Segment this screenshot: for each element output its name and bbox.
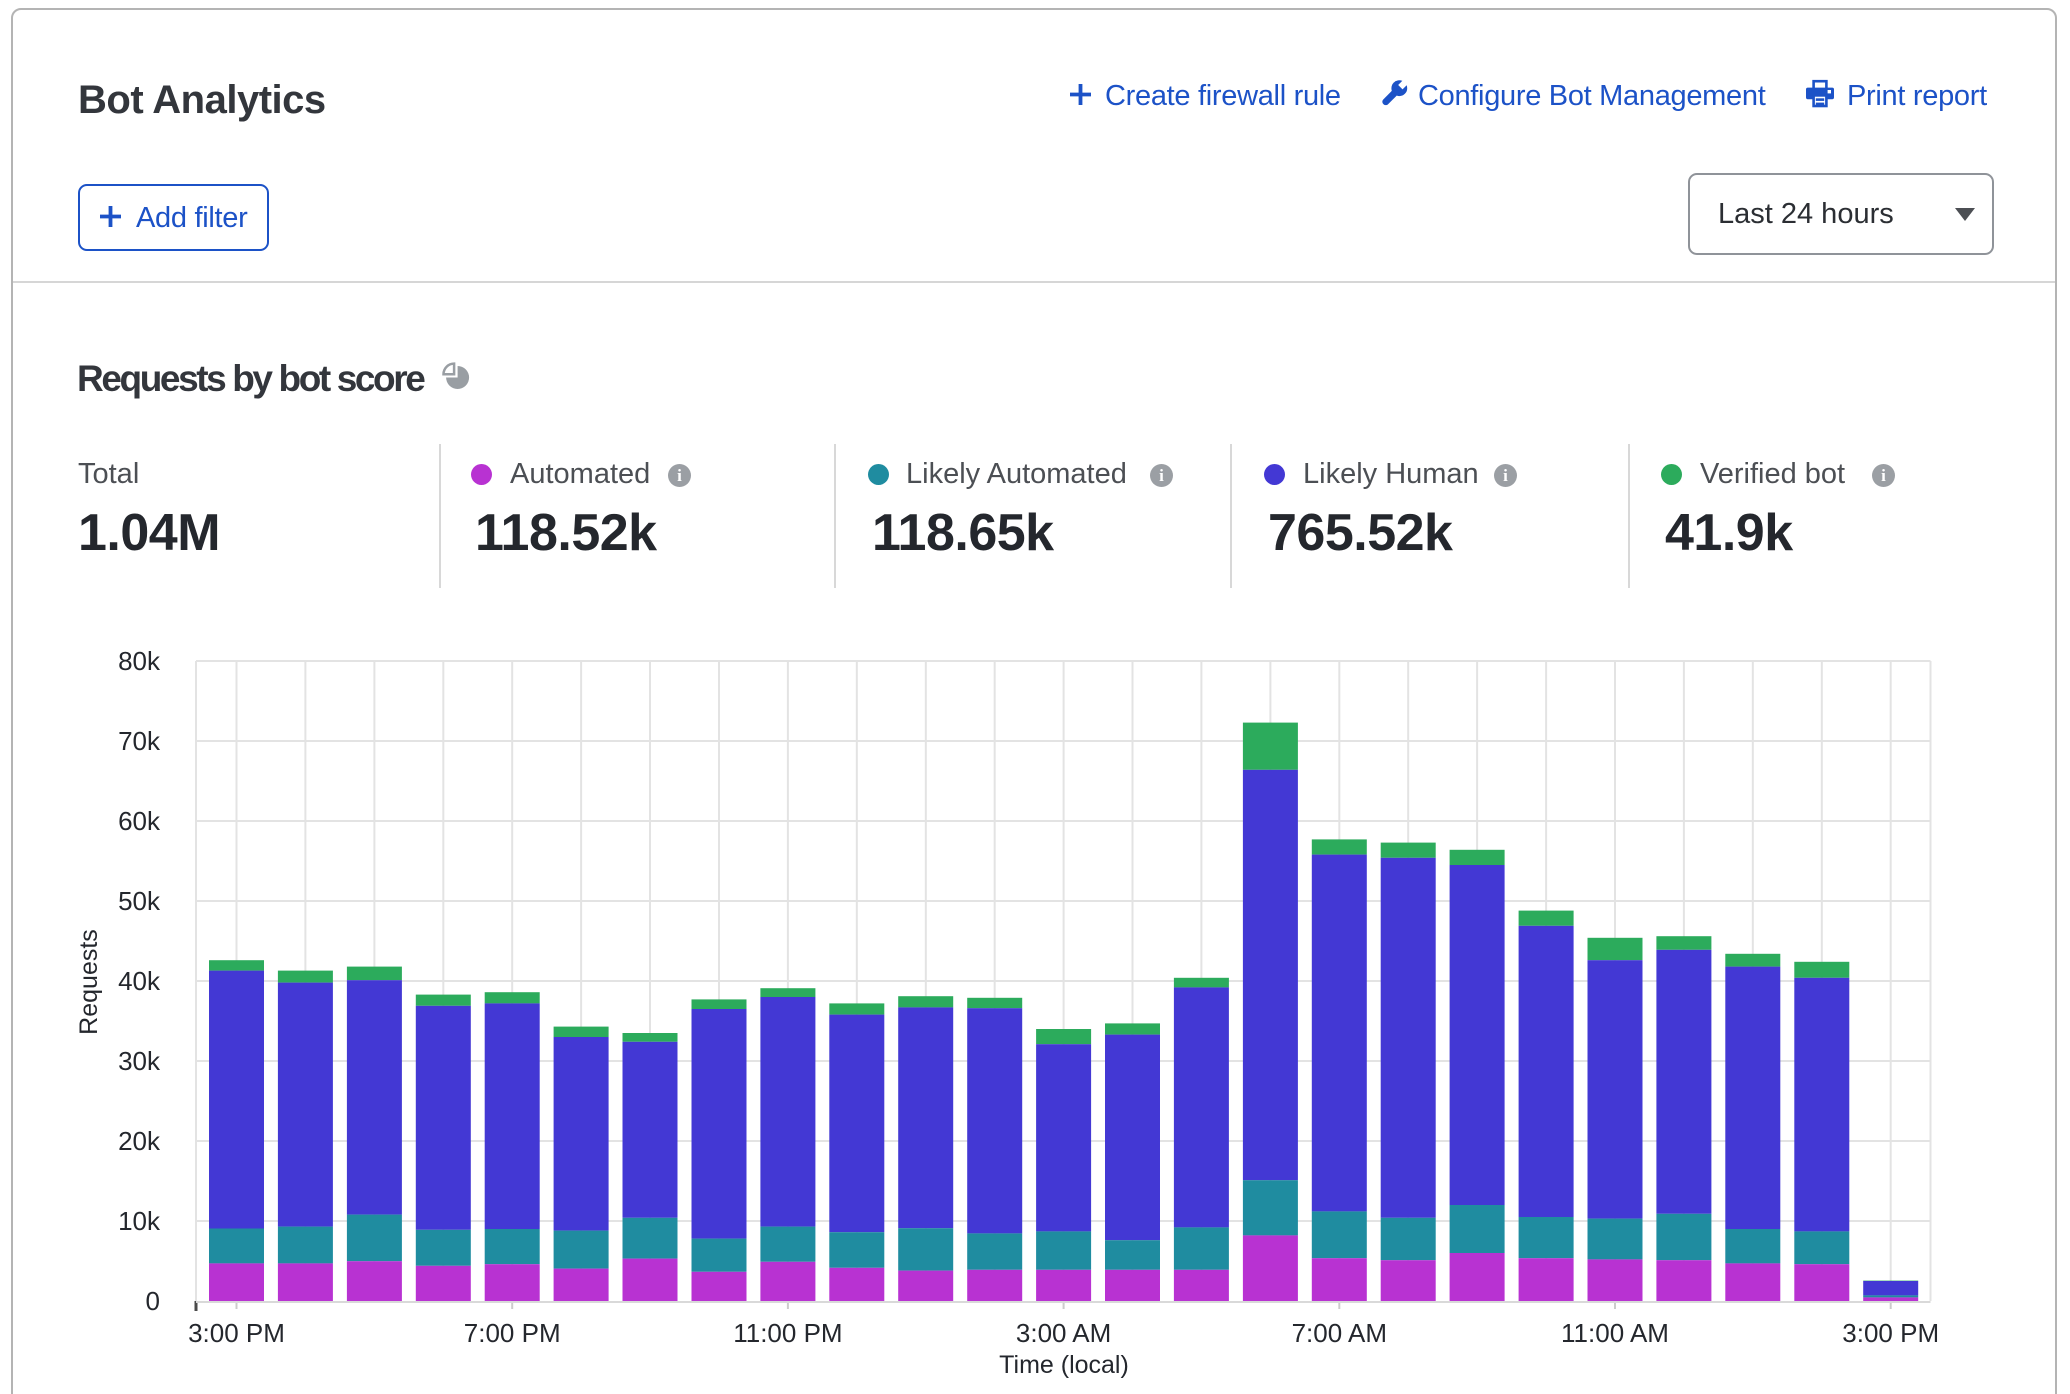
svg-text:70k: 70k — [118, 726, 161, 756]
svg-text:40k: 40k — [118, 966, 161, 996]
svg-text:3:00 PM: 3:00 PM — [188, 1318, 285, 1348]
svg-text:7:00 PM: 7:00 PM — [464, 1318, 561, 1348]
svg-text:Requests: Requests — [75, 929, 103, 1035]
svg-text:30k: 30k — [118, 1046, 161, 1076]
svg-text:20k: 20k — [118, 1126, 161, 1156]
svg-text:3:00 AM: 3:00 AM — [1016, 1318, 1111, 1348]
svg-text:7:00 AM: 7:00 AM — [1292, 1318, 1387, 1348]
svg-text:80k: 80k — [118, 646, 161, 676]
svg-text:60k: 60k — [118, 806, 161, 836]
svg-text:50k: 50k — [118, 886, 161, 916]
svg-text:Time (local): Time (local) — [999, 1351, 1129, 1379]
svg-text:0: 0 — [146, 1286, 160, 1316]
svg-text:10k: 10k — [118, 1206, 161, 1236]
svg-text:11:00 AM: 11:00 AM — [1561, 1318, 1669, 1348]
svg-text:3:00 PM: 3:00 PM — [1842, 1318, 1939, 1348]
svg-text:11:00 PM: 11:00 PM — [733, 1318, 842, 1348]
